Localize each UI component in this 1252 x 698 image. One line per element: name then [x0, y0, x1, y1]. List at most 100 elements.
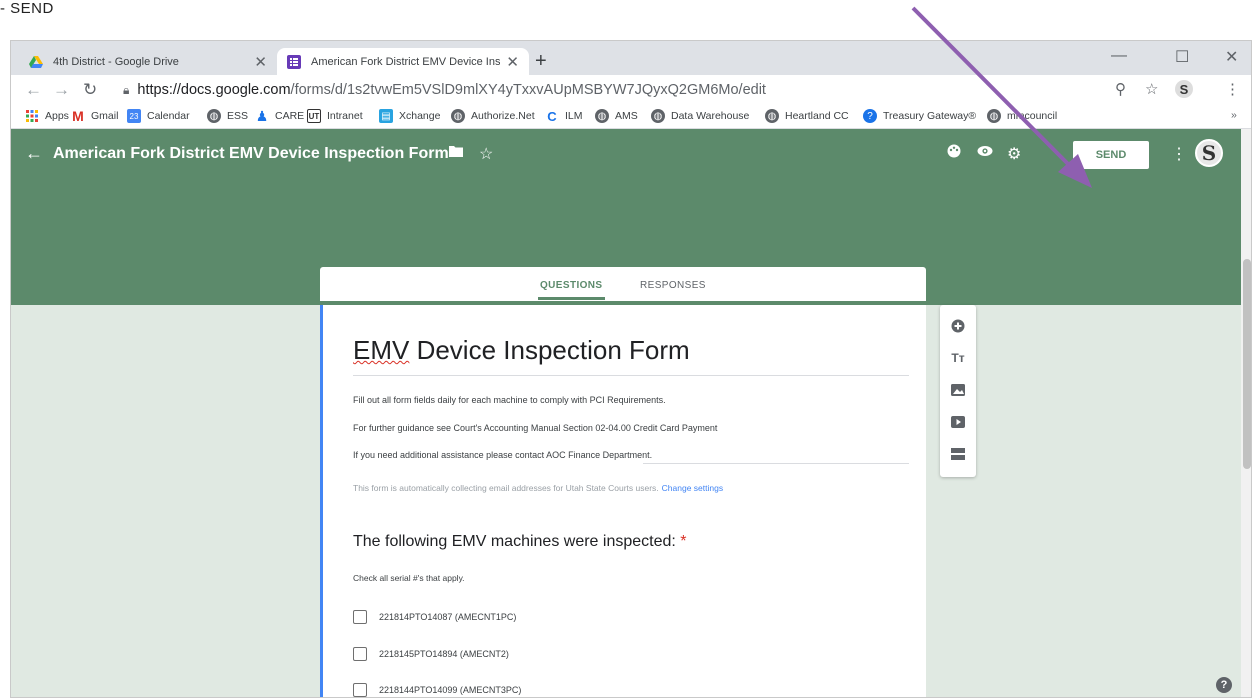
checkbox[interactable]: [353, 683, 367, 697]
add-image-icon[interactable]: [951, 383, 965, 397]
close-icon[interactable]: ✕: [506, 53, 519, 71]
form-description-line[interactable]: Fill out all form fields daily for each …: [353, 395, 666, 405]
profile-avatar-icon[interactable]: S: [1175, 80, 1193, 98]
form-doc-title[interactable]: American Fork District EMV Device Inspec…: [53, 145, 449, 163]
google-drive-icon: [29, 55, 43, 68]
form-title[interactable]: EMV Device Inspection Form: [353, 335, 690, 366]
option-label: 2218145PTO14894 (AMECNT2): [379, 649, 509, 659]
add-question-icon[interactable]: [951, 319, 965, 333]
back-arrow-icon[interactable]: ←: [25, 143, 43, 164]
tab-responses[interactable]: RESPONSES: [640, 280, 706, 291]
browser-window: 4th District - Google Drive ✕ American F…: [10, 40, 1252, 698]
gmail-icon: M: [72, 108, 84, 124]
form-title-prefix: EMV: [353, 335, 410, 365]
bookmark-label: ESS: [227, 110, 249, 122]
url-path: /forms/d/1s2tvwEm5VSlD9mlXY4yTxxvAUpMSBY…: [290, 82, 766, 98]
maximize-icon[interactable]: ☐: [1175, 47, 1189, 67]
back-icon[interactable]: ←: [25, 80, 42, 100]
page-scrollbar[interactable]: [1241, 129, 1251, 697]
bookmark-label: Heartland CC: [785, 110, 849, 122]
question-text: The following EMV machines were inspecte…: [353, 533, 676, 550]
ilm-logo-icon: C: [547, 108, 557, 124]
url-field[interactable]: 🔒︎ https://docs.google.com/forms/d/1s2tv…: [123, 79, 766, 101]
annotation-label: - SEND: [0, 0, 54, 17]
close-icon[interactable]: ✕: [254, 53, 267, 71]
title-underline: [353, 375, 909, 376]
bookmark-data-warehouse[interactable]: ◍ Data Warehouse: [651, 109, 749, 123]
bookmarks-bar: Apps M Gmail 23 Calendar ◍ ESS ♟ CARE UT…: [11, 105, 1251, 129]
lock-icon: 🔒︎: [123, 82, 130, 97]
option-label: 2218144PTO14099 (AMECNT3PC): [379, 685, 522, 695]
help-icon[interactable]: ?: [1216, 677, 1232, 693]
bookmark-mmcouncil[interactable]: ◍ mmcouncil: [987, 109, 1057, 123]
tab-forms[interactable]: American Fork District EMV Device Insp ✕: [277, 48, 529, 75]
bookmark-heartland-cc[interactable]: ◍ Heartland CC: [765, 109, 849, 123]
bookmark-care[interactable]: ♟ CARE: [255, 108, 304, 124]
question-help-text: Check all serial #'s that apply.: [353, 573, 465, 583]
add-video-icon[interactable]: [951, 415, 965, 429]
bookmark-xchange[interactable]: ▤ Xchange: [379, 109, 440, 123]
send-button[interactable]: SEND: [1073, 141, 1149, 169]
more-bookmarks-icon[interactable]: »: [1231, 109, 1237, 121]
checkbox[interactable]: [353, 610, 367, 624]
more-vert-icon[interactable]: ⋮: [1171, 144, 1187, 164]
globe-icon: ◍: [595, 109, 609, 123]
forward-icon[interactable]: →: [53, 80, 70, 100]
bookmark-gmail[interactable]: M Gmail: [71, 108, 118, 124]
folder-icon[interactable]: [449, 144, 463, 162]
email-note-text: This form is automatically collecting em…: [353, 483, 659, 493]
globe-icon: ◍: [765, 109, 779, 123]
reload-icon[interactable]: ↻: [83, 80, 97, 100]
preview-eye-icon[interactable]: [977, 144, 993, 162]
zoom-icon[interactable]: ⚲: [1115, 80, 1126, 98]
tab-google-drive[interactable]: 4th District - Google Drive ✕: [19, 48, 277, 75]
bookmark-label: Calendar: [147, 110, 190, 122]
checkbox-option[interactable]: 2218144PTO14099 (AMECNT3PC): [353, 683, 521, 697]
form-editor-card: EMV Device Inspection Form Fill out all …: [320, 305, 926, 697]
bookmark-label: ILM: [565, 110, 583, 122]
scrollbar-thumb[interactable]: [1243, 259, 1251, 469]
checkbox-option[interactable]: 2218145PTO14894 (AMECNT2): [353, 647, 509, 661]
account-avatar[interactable]: S: [1195, 139, 1223, 167]
bookmark-treasury-gateway[interactable]: ? Treasury Gateway®: [863, 109, 976, 123]
chrome-menu-icon[interactable]: ⋮: [1225, 80, 1240, 98]
bookmark-label: mmcouncil: [1007, 110, 1058, 122]
form-side-toolbar: Tт: [940, 305, 976, 477]
palette-icon[interactable]: [947, 144, 961, 163]
tab-questions[interactable]: QUESTIONS: [538, 280, 604, 300]
bookmark-label: Treasury Gateway®: [883, 110, 977, 122]
star-outline-icon[interactable]: ☆: [479, 144, 493, 164]
form-tabs: QUESTIONS RESPONSES: [320, 267, 926, 301]
intranet-logo-icon: UT: [307, 109, 321, 123]
change-settings-link[interactable]: Change settings: [662, 483, 723, 493]
add-section-icon[interactable]: [951, 447, 965, 461]
form-description-line[interactable]: If you need additional assistance please…: [353, 450, 652, 460]
bookmark-label: Intranet: [327, 110, 363, 122]
required-asterisk: *: [680, 533, 687, 550]
bookmark-ams[interactable]: ◍ AMS: [595, 109, 638, 123]
globe-icon: ◍: [987, 109, 1001, 123]
minimize-icon[interactable]: —: [1111, 47, 1127, 65]
globe-icon: ◍: [207, 109, 221, 123]
star-icon[interactable]: ☆: [1145, 80, 1158, 98]
question-title[interactable]: The following EMV machines were inspecte…: [353, 533, 687, 551]
option-label: 221814PTO14087 (AMECNT1PC): [379, 612, 517, 622]
bookmark-ilm[interactable]: C ILM: [545, 108, 583, 124]
checkbox[interactable]: [353, 647, 367, 661]
description-underline: [643, 463, 909, 464]
url-host: https://docs.google.com: [137, 82, 291, 98]
window-close-icon[interactable]: ✕: [1225, 47, 1238, 67]
add-title-icon[interactable]: Tт: [951, 351, 965, 365]
bookmark-authorize-net[interactable]: ◍ Authorize.Net: [451, 109, 535, 123]
bookmark-ess[interactable]: ◍ ESS: [207, 109, 248, 123]
bookmark-label: Authorize.Net: [471, 110, 535, 122]
checkbox-option[interactable]: 221814PTO14087 (AMECNT1PC): [353, 610, 516, 624]
form-description-line[interactable]: For further guidance see Court's Account…: [353, 423, 717, 433]
bookmark-intranet[interactable]: UT Intranet: [307, 109, 363, 123]
settings-gear-icon[interactable]: ⚙: [1007, 144, 1021, 164]
new-tab-icon[interactable]: +: [535, 50, 547, 73]
bookmark-apps[interactable]: Apps: [25, 109, 69, 123]
bookmark-label: Data Warehouse: [671, 110, 750, 122]
address-bar: ← → ↻ 🔒︎ https://docs.google.com/forms/d…: [11, 75, 1251, 105]
bookmark-calendar[interactable]: 23 Calendar: [127, 109, 190, 123]
